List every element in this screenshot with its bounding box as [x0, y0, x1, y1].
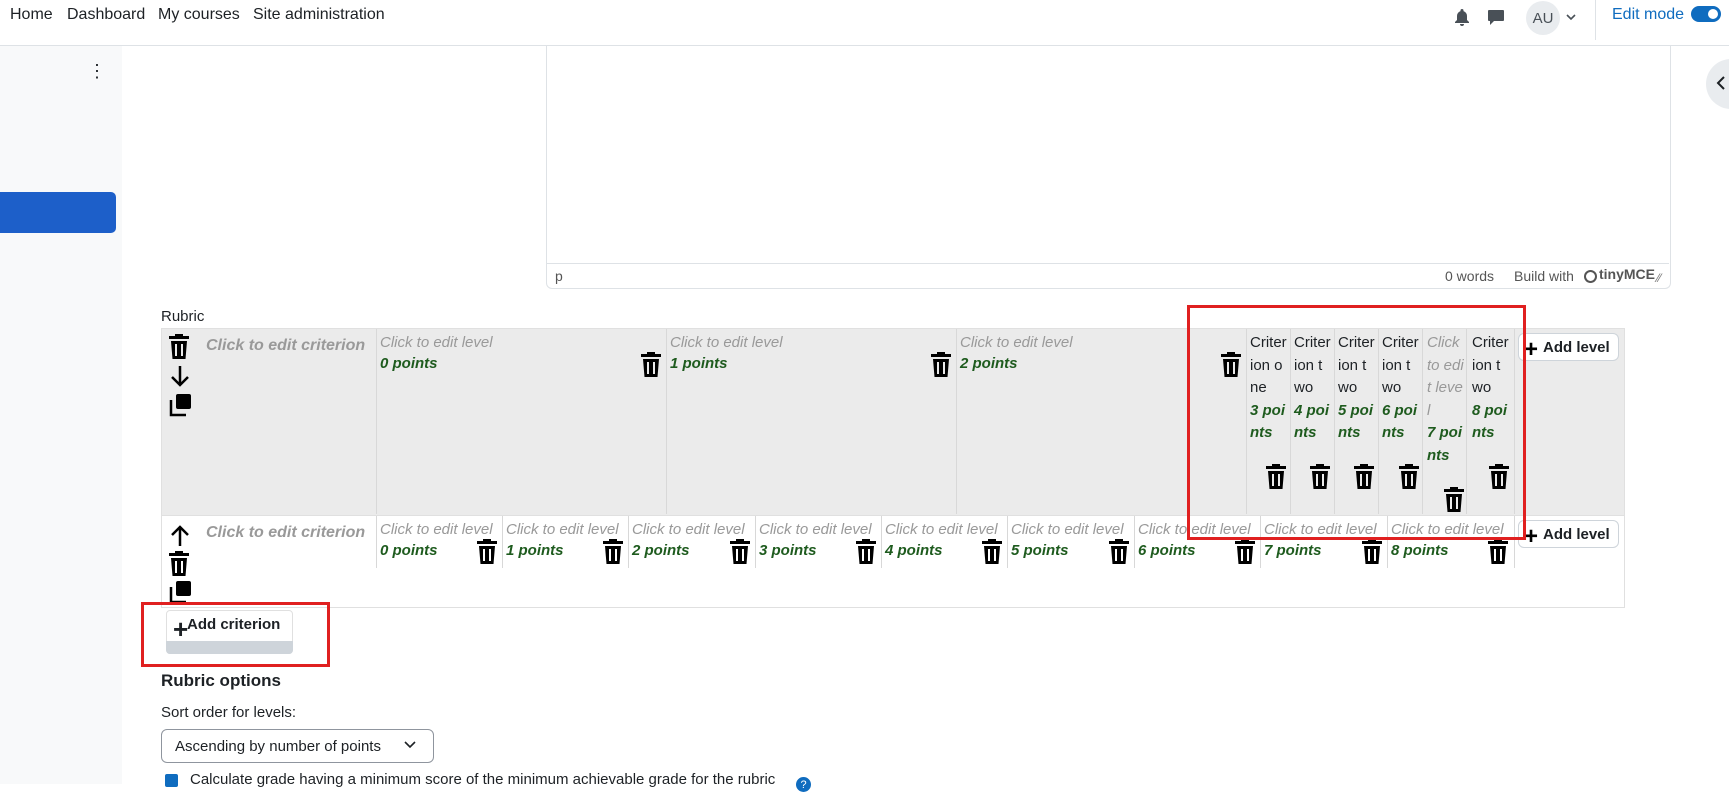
- level-cell[interactable]: Click to edit level 1 points: [670, 334, 783, 372]
- rubric-label: Rubric: [161, 308, 205, 325]
- cell-divider: [376, 329, 377, 514]
- level-cell[interactable]: Click to edit level 0 points: [380, 334, 493, 372]
- level-definition[interactable]: Click to edit level: [380, 521, 493, 538]
- cell-divider: [956, 329, 957, 514]
- description-editor[interactable]: [546, 46, 1671, 289]
- delete-criterion-icon[interactable]: [168, 551, 190, 581]
- help-icon[interactable]: ?: [796, 777, 811, 792]
- delete-criterion-icon[interactable]: [168, 334, 190, 364]
- delete-level-icon[interactable]: [602, 539, 624, 569]
- criterion-2-description[interactable]: Click to edit criterion: [206, 524, 365, 542]
- level-definition[interactable]: Click to edit level: [670, 334, 783, 351]
- editor-brand[interactable]: tinyMCE: [1599, 266, 1655, 282]
- delete-level-icon[interactable]: [1234, 539, 1256, 569]
- course-index-drawer: [0, 46, 122, 784]
- nav-dashboard-link[interactable]: Dashboard: [67, 6, 145, 24]
- move-down-icon[interactable]: [170, 364, 190, 392]
- plus-icon: +: [1524, 336, 1539, 363]
- cell-divider: [628, 516, 629, 568]
- delete-level-icon[interactable]: [981, 539, 1003, 569]
- rubric-options-heading: Rubric options: [161, 671, 281, 690]
- nav-home-link[interactable]: Home: [10, 6, 53, 24]
- nav-site-admin-link[interactable]: Site administration: [253, 6, 385, 24]
- add-level-button[interactable]: + Add level: [1518, 520, 1619, 550]
- calc-grade-checkbox[interactable]: [165, 774, 178, 787]
- cell-divider: [755, 516, 756, 568]
- edit-mode-toggle[interactable]: [1691, 6, 1721, 22]
- sort-order-value: Ascending by number of points: [175, 737, 381, 755]
- bell-icon[interactable]: [1451, 6, 1473, 28]
- sort-order-label: Sort order for levels:: [161, 704, 297, 721]
- sort-order-select[interactable]: Ascending by number of points: [161, 729, 434, 763]
- level-points[interactable]: 5 points: [1011, 542, 1124, 559]
- chevron-down-icon[interactable]: [1566, 8, 1576, 25]
- level-definition[interactable]: Click to edit level: [885, 521, 998, 538]
- tinymce-logo-icon: [1584, 270, 1597, 287]
- level-definition[interactable]: Click to edit level: [506, 521, 619, 538]
- chevron-down-icon: [404, 736, 416, 752]
- level-points[interactable]: 2 points: [960, 355, 1073, 372]
- delete-level-icon[interactable]: [476, 539, 498, 569]
- editor-word-count[interactable]: 0 words: [1445, 268, 1494, 284]
- add-level-label: Add level: [1543, 525, 1610, 543]
- user-avatar[interactable]: AU: [1526, 1, 1560, 35]
- cell-divider: [1134, 516, 1135, 568]
- editor-build-with: Build with: [1514, 268, 1574, 284]
- delete-level-icon[interactable]: [855, 539, 877, 569]
- delete-level-icon[interactable]: [640, 352, 662, 382]
- level-cell[interactable]: Click to edit level 5 points: [1011, 521, 1124, 559]
- delete-level-icon[interactable]: [1487, 539, 1509, 569]
- messages-icon[interactable]: [1485, 6, 1507, 28]
- level-cell[interactable]: Click to edit level 2 points: [632, 521, 745, 559]
- delete-level-icon[interactable]: [1361, 539, 1383, 569]
- level-points[interactable]: 7 points: [1264, 542, 1377, 559]
- cell-divider: [881, 516, 882, 568]
- add-level-label: Add level: [1543, 338, 1610, 356]
- level-definition[interactable]: Click to edit level: [1011, 521, 1124, 538]
- resize-handle-icon[interactable]: ⁄⁄: [1657, 271, 1661, 285]
- duplicate-criterion-icon[interactable]: [168, 392, 194, 422]
- move-up-icon[interactable]: [170, 524, 190, 552]
- highlight-box-narrow-levels: [1187, 305, 1526, 540]
- kebab-menu-icon[interactable]: ⋮: [88, 62, 106, 80]
- delete-level-icon[interactable]: [930, 352, 952, 382]
- cell-divider: [1007, 516, 1008, 568]
- highlight-box-add-criterion: [141, 602, 330, 667]
- editor-element-path[interactable]: p: [555, 268, 563, 284]
- editor-statusbar: [546, 263, 1669, 289]
- cell-divider: [376, 516, 377, 568]
- chevron-left-icon: [1716, 74, 1726, 95]
- level-definition[interactable]: Click to edit level: [632, 521, 745, 538]
- cell-divider: [666, 329, 667, 514]
- open-block-drawer-button[interactable]: [1706, 59, 1729, 109]
- delete-level-icon[interactable]: [729, 539, 751, 569]
- calc-grade-label: Calculate grade having a minimum score o…: [190, 771, 776, 788]
- level-points[interactable]: 0 points: [380, 355, 493, 372]
- add-level-button[interactable]: + Add level: [1518, 333, 1619, 363]
- plus-icon: +: [1524, 523, 1539, 550]
- level-points[interactable]: 2 points: [632, 542, 745, 559]
- level-definition[interactable]: Click to edit level: [759, 521, 872, 538]
- delete-level-icon[interactable]: [1108, 539, 1130, 569]
- active-drawer-item[interactable]: [0, 192, 116, 233]
- level-points[interactable]: 1 points: [670, 355, 783, 372]
- cell-divider: [502, 516, 503, 568]
- nav-divider: [1595, 0, 1596, 40]
- nav-my-courses-link[interactable]: My courses: [158, 6, 240, 24]
- edit-mode-label: Edit mode: [1612, 6, 1685, 23]
- criterion-1-description[interactable]: Click to edit criterion: [206, 337, 365, 355]
- level-definition[interactable]: Click to edit level: [380, 334, 493, 351]
- level-definition[interactable]: Click to edit level: [960, 334, 1073, 351]
- level-cell[interactable]: Click to edit level 2 points: [960, 334, 1073, 372]
